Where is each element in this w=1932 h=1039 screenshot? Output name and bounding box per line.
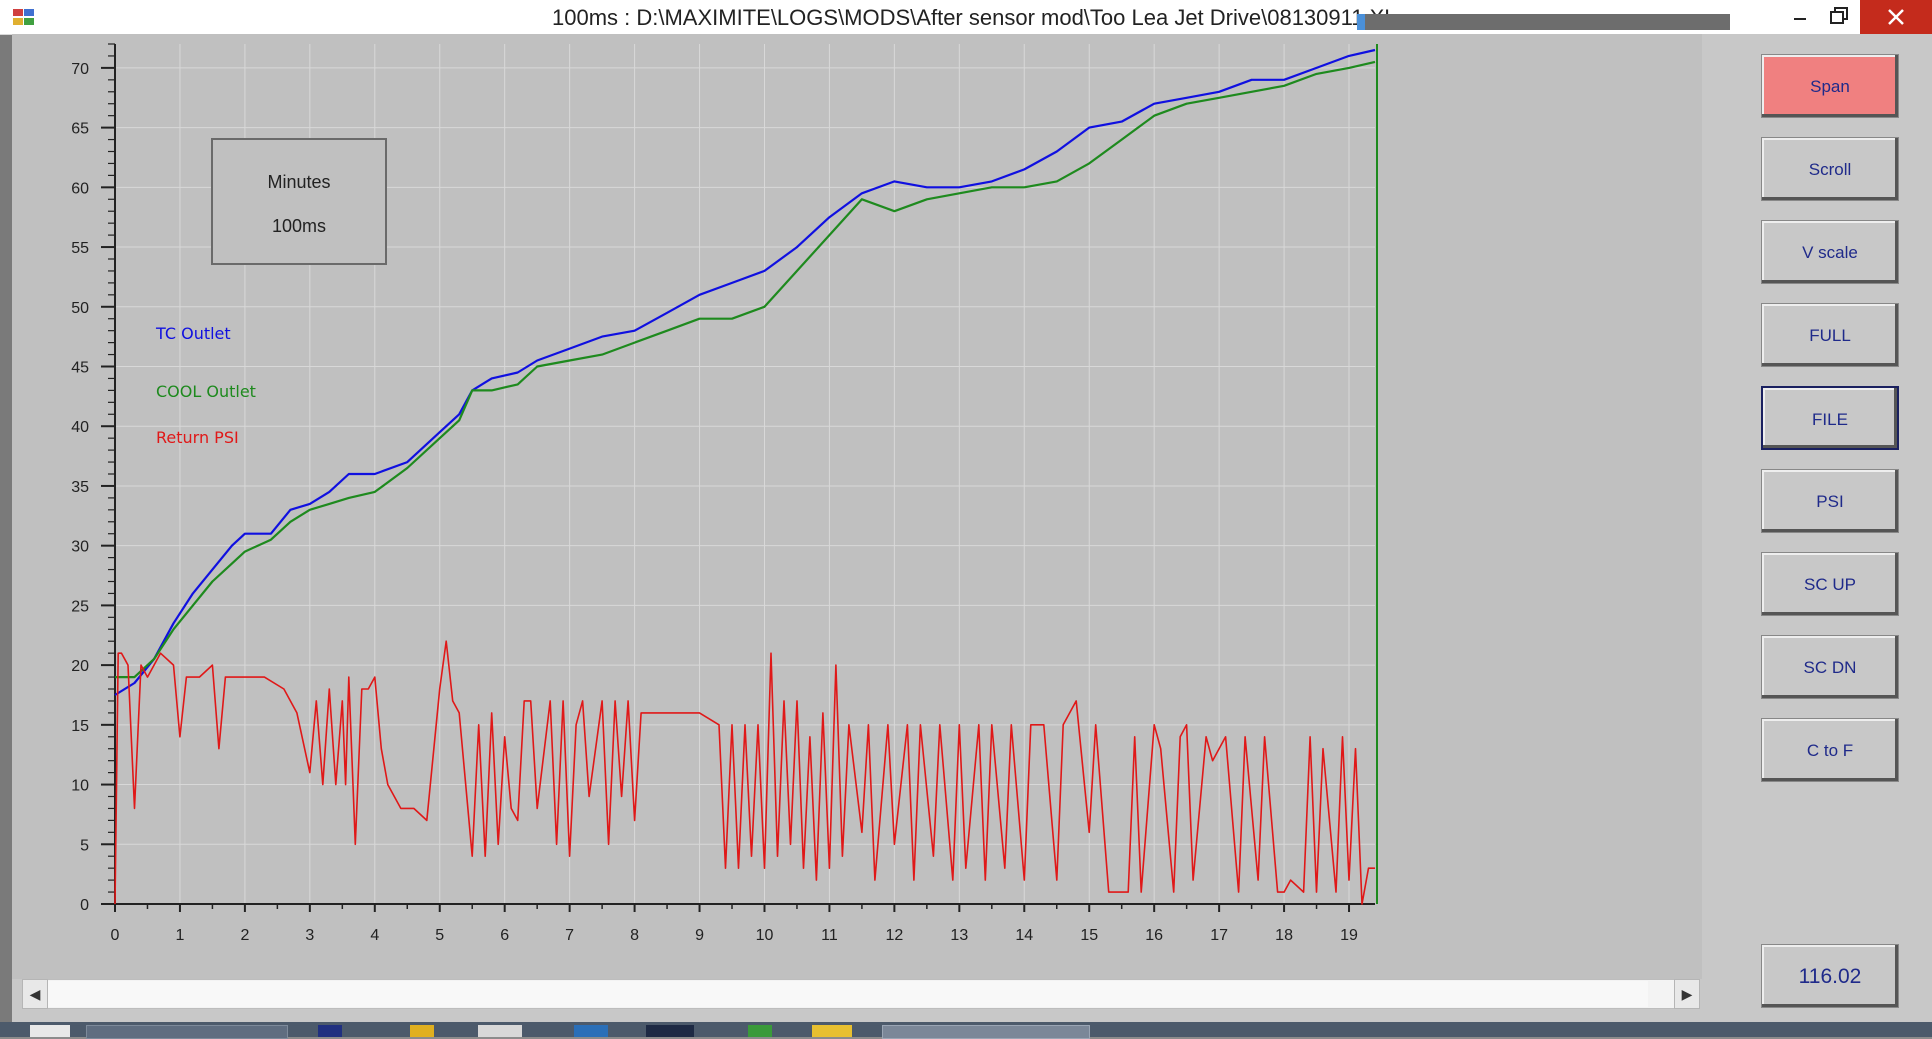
- file-button[interactable]: FILE: [1761, 386, 1899, 450]
- x-tick-label: 5: [435, 927, 444, 944]
- x-tick-label: 8: [630, 927, 639, 944]
- y-tick-label: 25: [71, 598, 89, 615]
- x-tick-label: 1: [175, 927, 184, 944]
- y-tick-label: 35: [71, 479, 89, 496]
- units-box: Minutes 100ms: [211, 138, 387, 265]
- window-title: 100ms : D:\MAXIMITE\LOGS\MODS\After sens…: [552, 5, 1392, 30]
- interval-label: 100ms: [271, 216, 327, 236]
- x-tick-label: 3: [305, 927, 314, 944]
- taskbar-app-icon-8[interactable]: [812, 1025, 852, 1037]
- x-tick-label: 16: [1145, 927, 1163, 944]
- taskbar-app-icon-5[interactable]: [574, 1025, 608, 1037]
- vscale-button[interactable]: V scale: [1761, 220, 1899, 284]
- scroll-right-button[interactable]: ▶: [1674, 979, 1700, 1009]
- app-icon: [13, 9, 34, 25]
- legend-return-psi: Return PSI: [156, 428, 239, 447]
- arrow-right-icon: ▶: [1681, 986, 1693, 1002]
- scroll-left-button[interactable]: ◀: [22, 979, 48, 1009]
- scale-down-button[interactable]: SC DN: [1761, 635, 1899, 699]
- taskbar-app-icon-3[interactable]: [410, 1025, 434, 1037]
- y-tick-label: 40: [71, 419, 89, 436]
- y-tick-label: 10: [71, 778, 89, 795]
- x-tick-label: 7: [565, 927, 574, 944]
- x-tick-label: 17: [1210, 927, 1228, 944]
- y-tick-label: 0: [80, 897, 89, 914]
- title-progress-overlay: [1357, 14, 1730, 30]
- x-tick-label: 2: [240, 927, 249, 944]
- full-button[interactable]: FULL: [1761, 303, 1899, 367]
- y-tick-label: 65: [71, 121, 89, 138]
- psi-button[interactable]: PSI: [1761, 469, 1899, 533]
- title-bar[interactable]: 100ms : D:\MAXIMITE\LOGS\MODS\After sens…: [0, 0, 1932, 35]
- y-tick-label: 50: [71, 300, 89, 317]
- series-line-return-psi: [114, 640, 1375, 905]
- y-tick-label: 55: [71, 240, 89, 257]
- taskbar-app-icon-2[interactable]: [318, 1025, 342, 1037]
- legend-cool-outlet: COOL Outlet: [156, 382, 256, 401]
- x-tick-label: 9: [695, 927, 704, 944]
- c-to-f-button[interactable]: C to F: [1761, 718, 1899, 782]
- x-tick-label: 0: [111, 927, 120, 944]
- control-panel: Span Scroll V scale FULL FILE PSI SC UP …: [1702, 34, 1932, 1008]
- y-tick-label: 20: [71, 658, 89, 675]
- x-tick-label: 11: [821, 927, 838, 944]
- taskbar-app-icon-4[interactable]: [478, 1025, 522, 1037]
- close-icon: [1888, 9, 1904, 25]
- minimize-button[interactable]: [1778, 0, 1822, 34]
- taskbar-app-icon-7[interactable]: [748, 1025, 772, 1037]
- time-unit-label: Minutes: [267, 172, 331, 192]
- y-tick-label: 5: [80, 837, 89, 854]
- title-progress-mark: [1357, 14, 1365, 30]
- close-button[interactable]: [1860, 0, 1932, 34]
- y-tick-label: 45: [71, 360, 89, 377]
- x-tick-label: 10: [756, 927, 774, 944]
- scrollbar-thumb[interactable]: [48, 981, 1648, 1007]
- x-tick-label: 6: [500, 927, 509, 944]
- x-tick-label: 15: [1080, 927, 1098, 944]
- legend: TC Outlet COOL Outlet Return PSI: [155, 324, 256, 447]
- x-tick-label: 4: [370, 927, 379, 944]
- scroll-button[interactable]: Scroll: [1761, 137, 1899, 201]
- x-tick-label: 14: [1015, 927, 1033, 944]
- restore-button[interactable]: [1817, 0, 1861, 34]
- x-tick-label: 13: [950, 927, 968, 944]
- arrow-left-icon: ◀: [29, 986, 41, 1002]
- x-tick-label: 18: [1275, 927, 1293, 944]
- x-tick-label: 19: [1340, 927, 1358, 944]
- value-readout: 116.02: [1761, 944, 1899, 1008]
- horizontal-scrollbar[interactable]: ◀ ▶: [20, 979, 1702, 1011]
- start-icon[interactable]: [30, 1025, 70, 1037]
- taskbar-app-icon-6[interactable]: [646, 1025, 694, 1037]
- taskbar: [0, 1022, 1932, 1039]
- y-tick-label: 30: [71, 539, 89, 556]
- x-tick-label: 12: [885, 927, 903, 944]
- legend-tc-outlet: TC Outlet: [155, 324, 231, 343]
- chart-area: 0 1 2 3 4 5 6 7 8 9 10 11 12 13 14 15 16 17 18 19 0 5 10 15 20 25…: [12, 34, 1702, 979]
- span-button[interactable]: Span: [1761, 54, 1899, 118]
- y-tick-label: 60: [71, 180, 89, 197]
- restore-icon: [1830, 7, 1848, 24]
- scale-up-button[interactable]: SC UP: [1761, 552, 1899, 616]
- y-tick-label: 15: [71, 718, 89, 735]
- y-tick-label: 70: [71, 61, 89, 78]
